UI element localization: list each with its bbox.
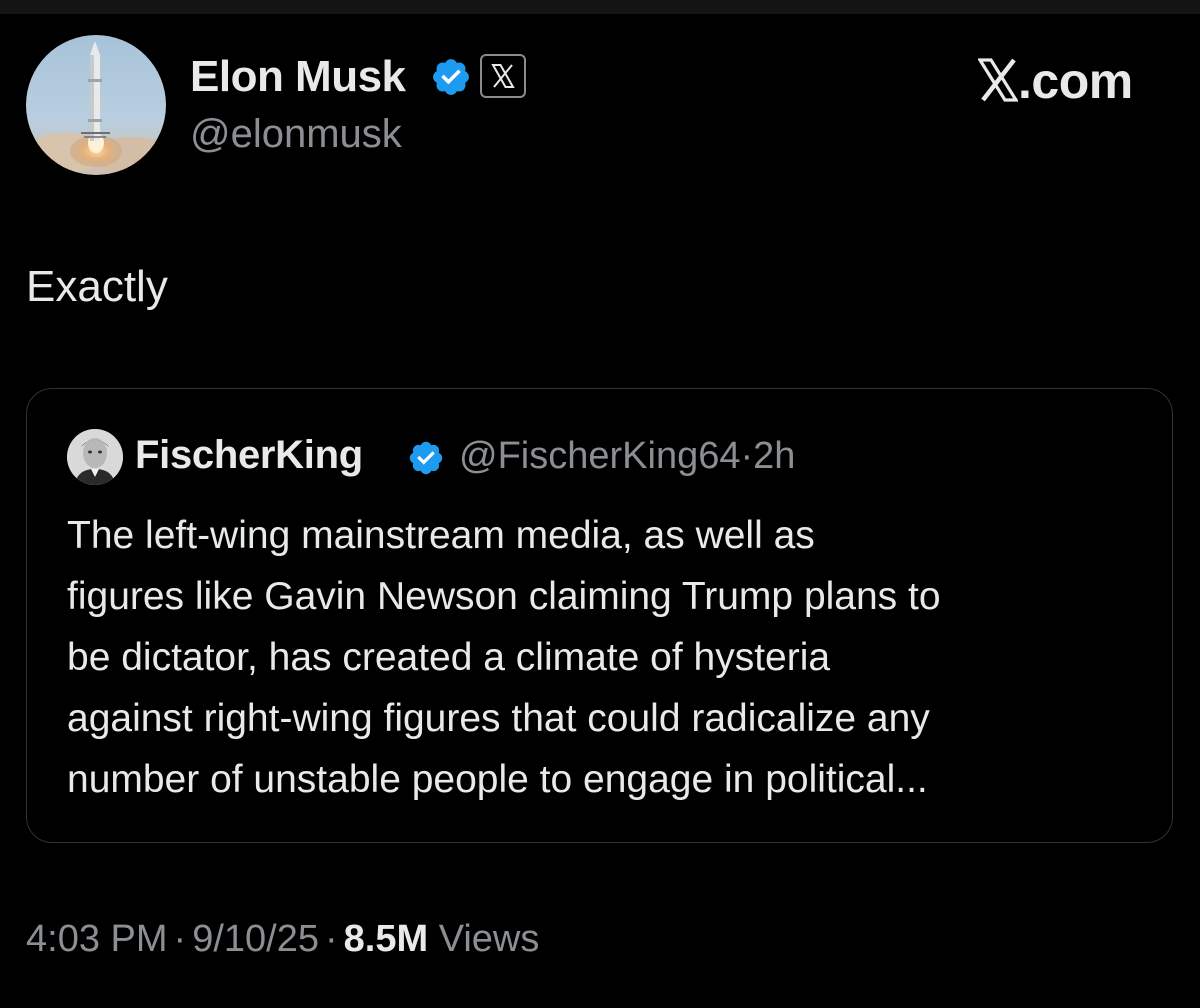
- x-logo-icon: [977, 56, 1019, 102]
- brand-domain-label: .com: [1018, 53, 1133, 109]
- tweet-text: Exactly: [26, 262, 168, 311]
- quoted-text-line: The left-wing mainstream media, as well …: [67, 514, 815, 557]
- quoted-text-line: figures like Gavin Newson claiming Trump…: [67, 575, 941, 618]
- meta-separator: ·: [740, 435, 754, 477]
- portrait-avatar-icon[interactable]: [67, 429, 123, 485]
- author-avatar[interactable]: [26, 35, 166, 175]
- quoted-text-line: number of unstable people to engage in p…: [67, 758, 928, 801]
- rocket-launch-avatar-icon: [26, 35, 166, 175]
- tweet-card: Elon Musk @elonmusk .com Exactly Fischer…: [0, 0, 1200, 1008]
- brand-logo: .com: [977, 52, 1133, 110]
- tweet-date[interactable]: 9/10/25: [192, 918, 319, 960]
- views-label[interactable]: Views: [439, 918, 540, 960]
- quoted-tweet-meta: @FischerKing64·2h: [459, 435, 795, 478]
- x-logo-badge-icon[interactable]: [480, 54, 526, 98]
- quoted-author-handle[interactable]: @FischerKing64: [459, 435, 740, 477]
- author-name[interactable]: Elon Musk: [190, 52, 406, 102]
- footer-separator: ·: [173, 918, 187, 960]
- quoted-tweet-card[interactable]: FischerKing @FischerKing64·2h The left-w…: [26, 388, 1173, 843]
- quoted-tweet-age[interactable]: 2h: [753, 435, 795, 477]
- tweet-footer: 4:03 PM · 9/10/25 · 8.5M Views: [26, 918, 539, 961]
- tweet-time[interactable]: 4:03 PM: [26, 918, 168, 960]
- quoted-text-line: be dictator, has created a climate of hy…: [67, 636, 831, 679]
- footer-separator: ·: [324, 918, 338, 960]
- blue-verified-check-icon[interactable]: [407, 439, 445, 477]
- quoted-author-name[interactable]: FischerKing: [135, 433, 363, 478]
- views-count[interactable]: 8.5M: [344, 918, 428, 960]
- quoted-tweet-text: The left-wing mainstream media, as well …: [67, 505, 1147, 810]
- quoted-text-line: against right-wing figures that could ra…: [67, 697, 930, 740]
- author-handle[interactable]: @elonmusk: [190, 112, 402, 157]
- blue-verified-check-icon[interactable]: [430, 56, 472, 98]
